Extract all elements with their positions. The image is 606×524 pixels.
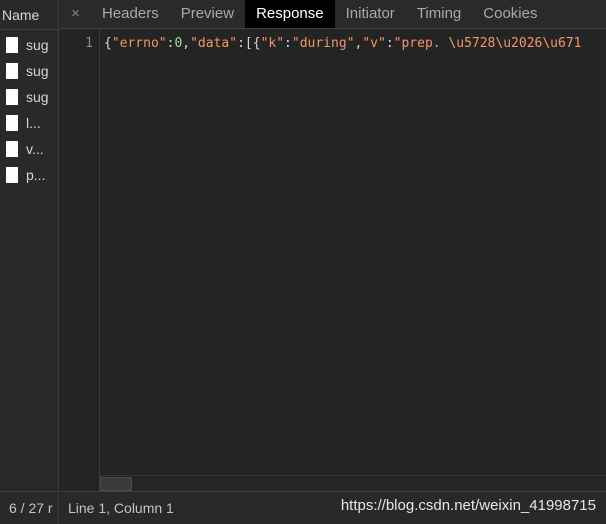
status-bar: Line 1, Column 1 https://blog.csdn.net/w… bbox=[60, 491, 606, 524]
tab-response[interactable]: Response bbox=[245, 0, 335, 28]
request-name: sug bbox=[26, 63, 49, 79]
code-token: "v" bbox=[362, 36, 386, 51]
devtools-network-panel: Name sug sug sug l... v... p... 6 / 27 r… bbox=[0, 0, 606, 524]
request-count: 6 / 27 r bbox=[0, 491, 58, 524]
code-token: { bbox=[104, 36, 112, 51]
request-name: sug bbox=[26, 89, 49, 105]
request-item[interactable]: sug bbox=[0, 58, 58, 84]
scrollbar-thumb[interactable] bbox=[100, 477, 132, 491]
code-token: "data" bbox=[190, 36, 238, 51]
document-icon bbox=[6, 89, 18, 105]
code-token: , bbox=[182, 36, 191, 51]
line-number: 1 bbox=[85, 36, 93, 51]
code-token: : bbox=[284, 36, 292, 51]
close-icon[interactable]: × bbox=[60, 0, 91, 28]
cursor-position: Line 1, Column 1 bbox=[68, 500, 174, 516]
request-list: sug sug sug l... v... p... bbox=[0, 30, 58, 188]
code-token: "k" bbox=[260, 36, 285, 51]
request-item[interactable]: l... bbox=[0, 110, 58, 136]
request-detail-panel: × Headers Preview Response Initiator Tim… bbox=[60, 0, 606, 524]
document-icon bbox=[6, 141, 18, 157]
watermark-text: https://blog.csdn.net/weixin_41998715 bbox=[340, 497, 596, 514]
request-name: p... bbox=[26, 167, 46, 183]
request-item[interactable]: sug bbox=[0, 84, 58, 110]
code-token: "during" bbox=[291, 36, 355, 51]
tab-preview[interactable]: Preview bbox=[170, 0, 245, 28]
document-icon bbox=[6, 115, 18, 131]
request-item[interactable]: p... bbox=[0, 162, 58, 188]
request-name: v... bbox=[26, 141, 44, 157]
code-token: :[{ bbox=[237, 36, 261, 51]
name-column-header[interactable]: Name bbox=[0, 0, 58, 30]
request-item[interactable]: v... bbox=[0, 136, 58, 162]
document-icon bbox=[6, 37, 18, 53]
document-icon bbox=[6, 167, 18, 183]
code-token: "prep. \u5728\u2026\u671 bbox=[393, 36, 582, 51]
response-editor[interactable]: 1 {"errno":0,"data":[{"k":"during","v":"… bbox=[60, 30, 606, 491]
detail-tab-bar: × Headers Preview Response Initiator Tim… bbox=[60, 0, 606, 29]
document-icon bbox=[6, 63, 18, 79]
tab-headers[interactable]: Headers bbox=[91, 0, 170, 28]
request-list-panel: Name sug sug sug l... v... p... 6 / 27 r bbox=[0, 0, 59, 524]
request-item[interactable]: sug bbox=[0, 32, 58, 58]
request-name: sug bbox=[26, 37, 49, 53]
tab-cookies[interactable]: Cookies bbox=[472, 0, 548, 28]
tab-initiator[interactable]: Initiator bbox=[335, 0, 406, 28]
tab-timing[interactable]: Timing bbox=[406, 0, 472, 28]
code-token: "errno" bbox=[111, 36, 167, 51]
code-token: : bbox=[385, 36, 394, 51]
response-code-line[interactable]: {"errno":0,"data":[{"k":"during","v":"pr… bbox=[104, 36, 606, 51]
line-gutter: 1 bbox=[60, 30, 100, 491]
horizontal-scrollbar[interactable] bbox=[100, 475, 606, 491]
request-name: l... bbox=[26, 115, 41, 131]
